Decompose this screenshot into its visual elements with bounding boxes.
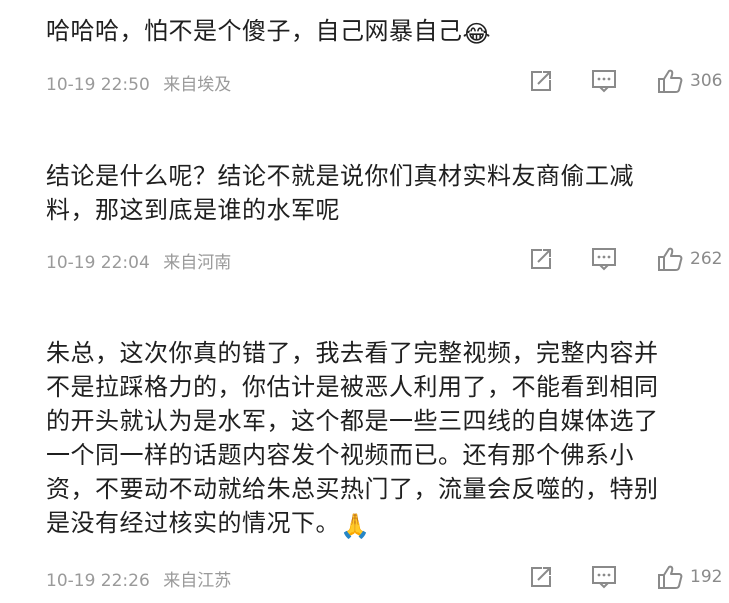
comment-actions: 192 — [528, 562, 728, 592]
comment-date: 10-19 22:26 — [46, 571, 150, 591]
like-button[interactable]: 192 — [656, 562, 722, 592]
comment-location: 来自江苏 — [163, 571, 232, 591]
like-count: 192 — [690, 567, 723, 587]
comment-text: 朱总，这次你真的错了，我去看了完整视频，完整内容并 不是拉踩格力的，你估计是被恶… — [46, 336, 706, 543]
comment-icon — [592, 566, 616, 589]
comment-item: 朱总，这次你真的错了，我去看了完整视频，完整内容并 不是拉踩格力的，你估计是被恶… — [0, 0, 729, 603]
comment-meta: 10-19 22:26 来自江苏 — [46, 566, 239, 591]
share-icon — [531, 567, 551, 587]
comment-button[interactable] — [590, 562, 618, 592]
thumbs-up-icon — [658, 565, 683, 589]
share-button[interactable] — [528, 562, 554, 592]
folded-hands-emoji: 🙏 — [340, 512, 371, 540]
